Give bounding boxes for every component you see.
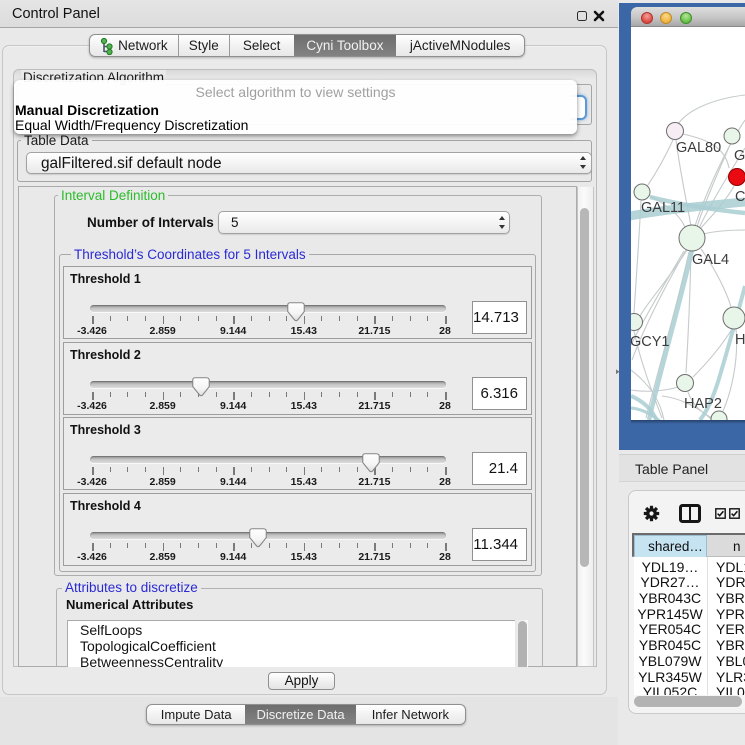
svg-text:GCY1: GCY1 [631,334,670,350]
svg-text:C: C [735,189,745,205]
svg-text:G: G [734,148,745,164]
svg-text:GAL80: GAL80 [676,140,721,156]
svg-text:HAP2: HAP2 [684,396,722,412]
svg-text:GAL4: GAL4 [692,252,729,268]
svg-text:H: H [735,332,745,348]
svg-text:GAL11: GAL11 [641,200,685,216]
